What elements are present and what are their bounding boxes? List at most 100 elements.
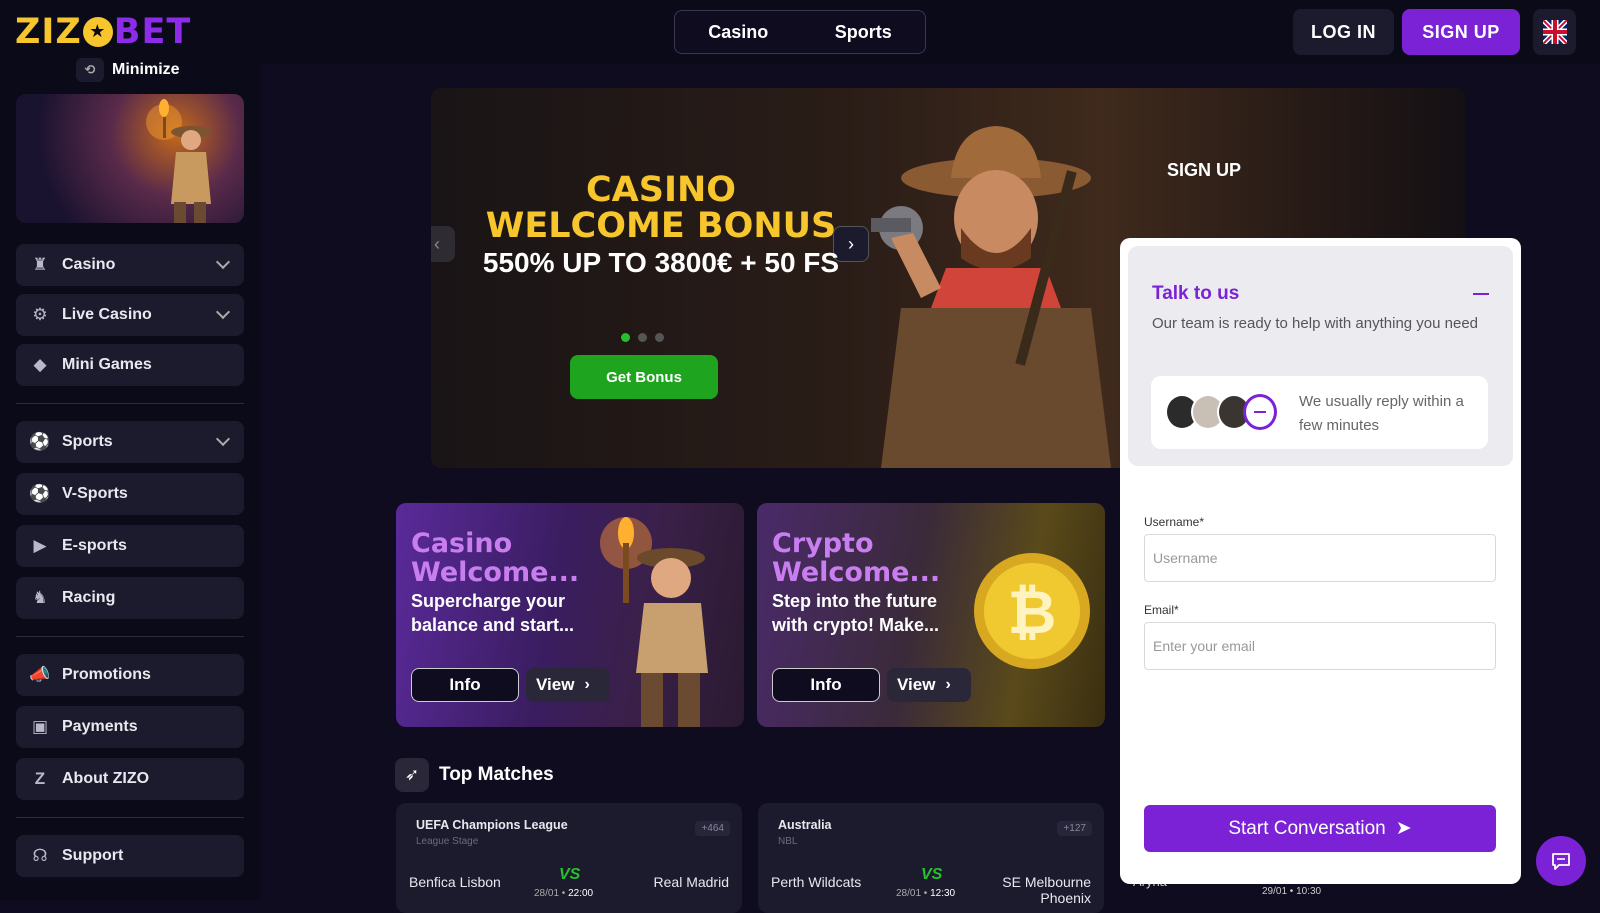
minimize-icon[interactable] [1473,293,1489,295]
explorer-woman-illustration [600,517,708,727]
diamond-icon: ◆ [33,355,47,374]
cowboy-illustration [871,126,1111,468]
minimize-button[interactable]: ⟲ Minimize [76,58,180,82]
agent-avatars [1165,394,1277,430]
chat-title: Talk to us [1152,283,1240,304]
promo-view-label: View [897,675,936,694]
sidebar-item-mini-games[interactable]: ◆ Mini Games [16,344,244,386]
hero-dot-2[interactable] [638,333,647,342]
sidebar-divider [16,817,244,818]
match-card[interactable]: UEFA Champions League League Stage +464 … [396,803,742,913]
casino-icon: ♜ [32,255,48,274]
v-sports-icon: ⚽ [29,484,51,503]
match-stage: NBL [778,836,798,847]
hero-prev-button[interactable]: ‹ [431,226,455,262]
uk-flag-icon [1542,20,1567,44]
horse-icon: ♞ [32,588,48,607]
chat-launcher-button[interactable] [1536,836,1586,886]
collapse-icon: ⟲ [76,58,104,82]
explorer-woman-illustration [146,99,211,223]
email-input[interactable]: Enter your email [1144,622,1496,670]
promo-view-button[interactable]: View › [887,668,971,702]
zizobet-logo[interactable]: ZIZ ★ BET [15,12,191,52]
away-team: Real Madrid [653,874,729,890]
chat-description: Our team is ready to help with anything … [1152,315,1479,332]
live-casino-icon: ⚙ [32,305,48,324]
promo-info-button[interactable]: Info [411,668,519,702]
sidebar-promo-banner[interactable] [16,94,244,223]
logo-text-right: BET [113,12,192,52]
promo-view-button[interactable]: View › [526,668,610,702]
hero-dot-3[interactable] [655,333,664,342]
match-time: 28/01 • 12:30 [896,888,956,899]
sidebar-item-support[interactable]: ☊ Support [16,835,244,877]
sidebar-item-label: Racing [62,589,116,606]
markets-count-badge: +127 [1057,821,1092,836]
start-conversation-label: Start Conversation [1228,817,1386,839]
hero-subtitle: 550% UP TO 3800€ + 50 FS [482,247,840,278]
sidebar-item-casino[interactable]: ♜ Casino [16,244,244,286]
sidebar-item-about[interactable]: Z About ZIZO [16,758,244,800]
email-label: Email* [1144,603,1179,617]
get-bonus-button[interactable]: Get Bonus [570,355,718,399]
logo-text-left: ZIZ [15,12,82,52]
minimize-label: Minimize [112,61,180,78]
switch-casino[interactable]: Casino [690,22,786,43]
match-date: 28/01 [896,888,922,899]
sidebar-item-label: Casino [62,256,116,273]
vs-label: VS [921,866,943,883]
promo-description: Step into the future with crypto! Make..… [772,591,940,635]
username-label: Username* [1144,515,1205,529]
promo-info-button[interactable]: Info [772,668,880,702]
play-icon: ▶ [33,536,47,555]
sidebar-divider [16,403,244,404]
casino-sports-switch: Casino Sports [674,10,926,54]
switch-sports[interactable]: Sports [817,22,910,43]
start-conversation-button[interactable]: Start Conversation ➤ [1144,805,1496,852]
language-selector[interactable] [1533,9,1576,55]
zizo-icon: Z [34,769,46,788]
match-time: 28/01 • 22:00 [534,888,594,899]
match-card[interactable]: Australia NBL +127 Perth Wildcats VS 28/… [758,803,1104,913]
sidebar-item-racing[interactable]: ♞ Racing [16,577,244,619]
sidebar-item-sports[interactable]: ⚽ Sports [16,421,244,463]
partial-match-time: 29/01 • 10:30 [1262,886,1322,897]
headset-icon: ☊ [32,846,48,865]
reply-time-box: We usually reply within a few minutes [1151,376,1488,449]
sidebar-item-promotions[interactable]: 📣 Promotions [16,654,244,696]
hero-title: CASINO WELCOME BONUS [471,172,851,244]
promo-description: Supercharge your balance and start... [411,591,575,635]
hero-pagination [621,333,664,342]
username-input[interactable]: Username [1144,534,1496,582]
match-date: 29/01 [1262,886,1288,897]
login-button[interactable]: LOG IN [1293,9,1394,55]
signup-button[interactable]: SIGN UP [1402,9,1520,55]
chat-widget: Talk to us Our team is ready to help wit… [1120,238,1521,884]
match-stage: League Stage [416,836,479,847]
sidebar-item-label: Sports [62,433,113,450]
sidebar-item-v-sports[interactable]: ⚽ V-Sports [16,473,244,515]
promo-title: Casino Welcome... [411,528,580,588]
promo-title: Crypto Welcome... [772,528,941,588]
promo-card-crypto[interactable]: ₿ Crypto Welcome... Step into the future… [757,503,1105,727]
sidebar-item-label: Support [62,847,124,864]
sidebar-item-label: V-Sports [62,485,128,502]
promo-card-casino[interactable]: Casino Welcome... Supercharge your balan… [396,503,744,727]
chevron-right-icon: › [584,676,590,693]
sidebar-divider [16,636,244,637]
chevron-right-icon: › [945,676,951,693]
home-team: Benfica Lisbon [409,874,501,890]
svg-text:₿: ₿ [1008,578,1057,648]
sidebar-item-payments[interactable]: ▣ Payments [16,706,244,748]
match-clock: 12:30 [930,888,956,899]
soccer-ball-icon: ⚽ [29,432,51,451]
sidebar-item-label: E-sports [62,537,127,554]
sidebar-item-label: Promotions [62,666,151,683]
sidebar-item-e-sports[interactable]: ▶ E-sports [16,525,244,567]
reply-time-text: We usually reply within a few minutes [1299,393,1464,434]
match-clock: 10:30 [1296,886,1322,897]
sidebar-item-live-casino[interactable]: ⚙ Live Casino [16,294,244,336]
hero-dot-1[interactable] [621,333,630,342]
chat-icon [1552,853,1570,870]
vs-label: VS [559,866,581,883]
